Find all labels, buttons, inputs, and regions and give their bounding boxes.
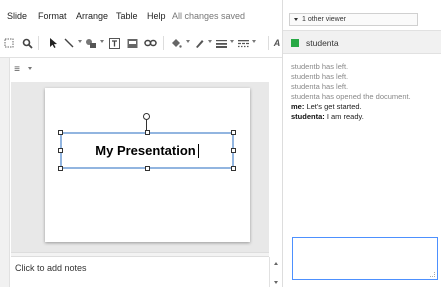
text-cursor bbox=[197, 143, 199, 158]
line-dash-dropdown-caret[interactable] bbox=[252, 40, 256, 43]
shape-icon[interactable] bbox=[85, 36, 97, 50]
resize-handle-right[interactable] bbox=[231, 148, 236, 153]
link-icon[interactable] bbox=[144, 36, 157, 50]
notes-scrollbar[interactable] bbox=[269, 257, 282, 287]
chat-user-name: studenta bbox=[306, 38, 339, 48]
system-message: studentb has left. bbox=[291, 62, 349, 71]
menu-slide[interactable]: Slide bbox=[7, 11, 27, 21]
resize-handle-top[interactable] bbox=[145, 130, 150, 135]
magnifier-icon[interactable] bbox=[21, 36, 33, 50]
system-message: studenta has opened the document. bbox=[291, 92, 411, 101]
slide-canvas[interactable]: My Presentation bbox=[11, 82, 269, 252]
secondary-toolbar: ≡ bbox=[0, 58, 282, 82]
menu-format[interactable]: Format bbox=[38, 11, 67, 21]
line-weight-icon[interactable] bbox=[216, 36, 227, 50]
title-textbox[interactable]: My Presentation bbox=[60, 132, 234, 169]
shape-dropdown-caret[interactable] bbox=[100, 40, 104, 43]
chevron-down-icon bbox=[294, 18, 298, 21]
fill-dropdown-caret[interactable] bbox=[186, 40, 190, 43]
menu-table[interactable]: Table bbox=[116, 11, 138, 21]
menu-help[interactable]: Help bbox=[147, 11, 166, 21]
toolbar-separator bbox=[268, 36, 269, 50]
zoom-icon[interactable] bbox=[4, 36, 14, 50]
slide[interactable]: My Presentation bbox=[45, 88, 250, 242]
message-sender: me: bbox=[291, 102, 305, 111]
line-weight-dropdown-caret[interactable] bbox=[230, 40, 234, 43]
resize-handle-top-right[interactable] bbox=[231, 130, 236, 135]
resize-handle-bottom[interactable] bbox=[145, 166, 150, 171]
image-icon[interactable] bbox=[126, 36, 138, 50]
notes-placeholder[interactable]: Click to add notes bbox=[15, 263, 87, 273]
message-sender: studenta: bbox=[291, 112, 325, 121]
system-message: studenta has left. bbox=[291, 82, 349, 91]
menu-arrange[interactable]: Arrange bbox=[76, 11, 108, 21]
line-dash-icon[interactable] bbox=[238, 36, 249, 50]
rotation-handle[interactable] bbox=[143, 113, 150, 120]
resize-handle-bottom-left[interactable] bbox=[58, 166, 63, 171]
text-a-icon[interactable]: A bbox=[273, 36, 281, 50]
toolbar-separator bbox=[163, 36, 164, 50]
line-color-dropdown-caret[interactable] bbox=[208, 40, 212, 43]
chat-messages: studentb has left. studentb has left. st… bbox=[291, 62, 441, 122]
speaker-notes[interactable]: Click to add notes bbox=[11, 257, 269, 287]
line-icon[interactable] bbox=[64, 36, 74, 50]
resize-handle-left[interactable] bbox=[58, 148, 63, 153]
message-text: I am ready. bbox=[326, 112, 364, 121]
toolbar: A bbox=[0, 28, 282, 58]
save-status: All changes saved bbox=[172, 11, 246, 21]
user-color-swatch bbox=[291, 39, 299, 47]
viewers-dropdown[interactable]: 1 other viewer bbox=[289, 13, 418, 26]
chat-header: studenta bbox=[283, 30, 441, 54]
scroll-down-arrow-icon[interactable] bbox=[274, 281, 278, 284]
resize-handle-bottom-right[interactable] bbox=[231, 166, 236, 171]
title-text[interactable]: My Presentation bbox=[95, 143, 195, 158]
toolbar-separator bbox=[38, 36, 39, 50]
system-message: studentb has left. bbox=[291, 72, 349, 81]
line-dropdown-caret[interactable] bbox=[78, 40, 82, 43]
menu-bar: Slide Format Arrange Table Help All chan… bbox=[0, 0, 282, 28]
chat-message: studenta: I am ready. bbox=[291, 112, 441, 122]
fill-color-icon[interactable] bbox=[170, 36, 182, 50]
scroll-up-arrow-icon[interactable] bbox=[274, 262, 278, 265]
select-arrow-icon[interactable] bbox=[48, 36, 58, 50]
textbox-icon[interactable] bbox=[108, 36, 120, 50]
chat-panel: 1 other viewer studenta studentb has lef… bbox=[282, 0, 441, 287]
filmstrip-edge bbox=[0, 58, 10, 287]
chat-message: me: Let's get started. bbox=[291, 102, 441, 112]
viewer-count: 1 other viewer bbox=[302, 16, 346, 23]
resize-grip-icon[interactable] bbox=[430, 272, 435, 277]
menu-lines-dropdown-caret[interactable] bbox=[28, 67, 32, 70]
message-text: Let's get started. bbox=[306, 102, 362, 111]
menu-lines-icon[interactable]: ≡ bbox=[12, 62, 22, 76]
line-color-icon[interactable] bbox=[194, 36, 205, 50]
resize-handle-top-left[interactable] bbox=[58, 130, 63, 135]
chat-input[interactable] bbox=[292, 237, 438, 280]
